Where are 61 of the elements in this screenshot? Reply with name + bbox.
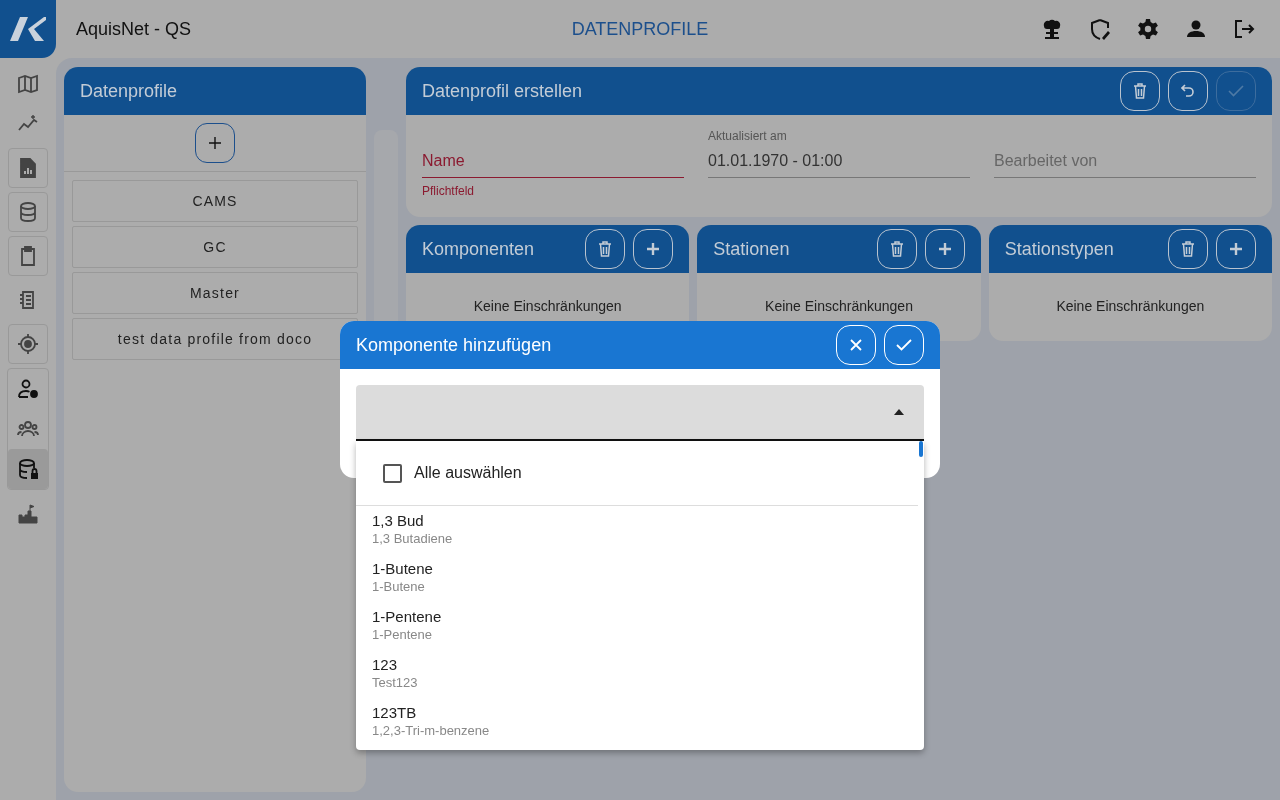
close-button[interactable] <box>836 325 876 365</box>
select-field[interactable] <box>356 385 924 441</box>
trash-icon <box>889 241 904 257</box>
logout-icon[interactable] <box>1233 18 1255 40</box>
trash-icon <box>1181 241 1195 257</box>
undo-button[interactable] <box>1168 71 1208 111</box>
logo-icon <box>0 0 56 58</box>
add-button[interactable] <box>1216 229 1256 269</box>
checkbox[interactable] <box>383 463 402 483</box>
component-option[interactable]: 123TB 1,2,3-Tri-m-benzene <box>356 698 924 746</box>
report-nav-icon[interactable] <box>8 148 48 188</box>
plus-icon <box>1229 242 1243 256</box>
panel-title: Datenprofil erstellen <box>422 80 583 102</box>
profile-list-item[interactable]: CAMS <box>72 180 358 222</box>
empty-message: Keine Einschränkungen <box>1056 298 1205 314</box>
empty-message: Keine Einschränkungen <box>765 298 913 314</box>
trash-icon <box>598 241 613 257</box>
component-option[interactable]: 1,3 Bud 1,3 Butadiene <box>356 506 924 554</box>
shield-pen-icon[interactable] <box>1089 18 1111 40</box>
text-field[interactable]: Name <box>422 145 684 178</box>
database-lock-nav-icon[interactable] <box>8 449 48 489</box>
app-title: AquisNet - QS <box>76 18 192 40</box>
select-all-option[interactable]: Alle auswählen <box>356 441 924 505</box>
profile-list-item[interactable]: Master <box>72 272 358 314</box>
panel-title: Stationen <box>713 238 790 260</box>
check-icon <box>1228 85 1244 97</box>
component-option[interactable]: 1-Butene 1-Butene <box>356 554 924 602</box>
component-option[interactable]: 123 Test123 <box>356 650 924 698</box>
page-title: DATENPROFILE <box>571 18 709 40</box>
field-label: Aktualisiert am <box>708 129 788 145</box>
check-icon <box>896 339 912 351</box>
scroll-thumb[interactable] <box>919 441 923 457</box>
settings-icon[interactable] <box>1137 18 1159 40</box>
trash-icon <box>1133 83 1147 99</box>
user-icon[interactable] <box>1185 18 1207 40</box>
add-button[interactable] <box>633 229 674 269</box>
add-button[interactable] <box>924 229 965 269</box>
delete-button[interactable] <box>585 229 626 269</box>
error-message: Pflichtfeld <box>422 184 476 198</box>
plus-icon <box>209 137 221 149</box>
add-button[interactable] <box>195 123 235 163</box>
panel-title: Stationstypen <box>1004 238 1114 260</box>
undo-icon <box>1181 83 1195 99</box>
component-option[interactable]: 1-Pentene 1-Pentene <box>356 602 924 650</box>
delete-button[interactable] <box>1120 71 1160 111</box>
plus-icon <box>937 242 952 256</box>
empty-message: Keine Einschränkungen <box>473 298 622 314</box>
panel-title: Komponenten <box>422 238 535 260</box>
delete-button[interactable] <box>1168 229 1208 269</box>
close-icon <box>850 339 862 351</box>
target-nav-icon[interactable] <box>8 324 48 364</box>
plus-icon <box>646 242 661 256</box>
database-nav-icon[interactable] <box>8 192 48 232</box>
text-field[interactable]: 01.01.1970 - 01:00 <box>708 145 970 178</box>
option-label: Alle auswählen <box>414 464 522 482</box>
panel-title: Datenprofile <box>80 80 178 102</box>
mushroom-cloud-icon[interactable] <box>1041 18 1063 40</box>
dialog-title: Komponente hinzufügen <box>356 334 552 356</box>
profile-list-item[interactable]: GC <box>72 226 358 268</box>
delete-button[interactable] <box>876 229 917 269</box>
clipboard-nav-icon[interactable] <box>8 236 48 276</box>
